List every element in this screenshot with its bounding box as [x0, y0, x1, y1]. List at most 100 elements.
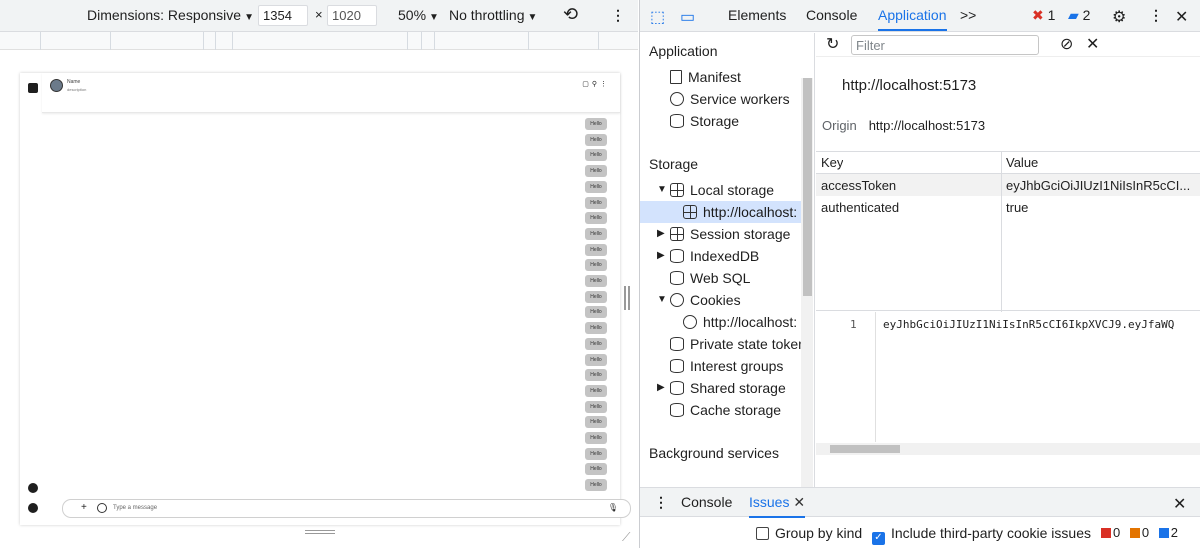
preview-scrollbar[interactable]: [816, 443, 1200, 455]
sidebar-item-indexeddb[interactable]: IndexedDB: [670, 245, 759, 267]
message-bubble: Hello: [585, 337, 607, 350]
delete-selected-icon[interactable]: ✕: [1086, 34, 1099, 54]
collapsed-arrow-icon[interactable]: ▶: [657, 228, 665, 239]
chat-header: Name description ▢⚲⋮: [42, 73, 620, 113]
sidebar-item-session-storage[interactable]: Session storage: [670, 223, 790, 245]
chat-icon[interactable]: [28, 83, 38, 93]
contact-name: Name: [67, 79, 81, 85]
device-toggle-icon[interactable]: ▭: [680, 7, 695, 27]
row-key[interactable]: accessToken: [821, 178, 896, 193]
drawer-tab-console[interactable]: Console: [681, 494, 732, 510]
rotate-icon[interactable]: ⟲: [563, 4, 578, 25]
clear-all-icon[interactable]: ⊘: [1060, 34, 1073, 54]
sidebar-item-cookies[interactable]: Cookies: [670, 289, 741, 311]
message-composer: + Type a message 🎙: [62, 499, 631, 518]
height-input[interactable]: 1020: [327, 5, 377, 26]
expanded-arrow-icon[interactable]: ▼: [657, 294, 667, 305]
mic-icon[interactable]: 🎙: [608, 503, 618, 512]
sidebar-item-cache-storage[interactable]: Cache storage: [670, 399, 781, 421]
database-icon: [670, 249, 684, 263]
value-preview: 1 eyJhbGciOiJIUzI1NiIsInR5cCI6IkpXVCJ9.e…: [816, 312, 1200, 442]
group-by-kind-checkbox[interactable]: Group by kind: [756, 525, 862, 541]
preview-code[interactable]: eyJhbGciOiJIUzI1NiIsInR5cCI6IkpXVCJ9.eyJ…: [883, 318, 1199, 331]
page-viewport: Name description ▢⚲⋮ Hello Hello Hello Hell…: [20, 73, 631, 525]
tab-application[interactable]: Application: [878, 7, 947, 31]
sidebar-item-private-state-tokens[interactable]: Private state token: [670, 333, 806, 355]
message-bubble: Hello: [585, 432, 607, 444]
drawer-menu-icon[interactable]: ⋮: [654, 494, 668, 511]
origin-row: Origin http://localhost:5173: [822, 118, 985, 133]
sidebar-item-manifest[interactable]: Manifest: [670, 66, 741, 88]
close-tab-icon[interactable]: ✕: [793, 494, 805, 510]
table-icon: [670, 183, 684, 197]
sidebar-item-shared-storage[interactable]: Shared storage: [670, 377, 786, 399]
column-header-key[interactable]: Key: [821, 155, 843, 170]
zoom-dropdown[interactable]: 50% ▼: [398, 7, 439, 23]
gear-icon[interactable]: ⚙: [1112, 7, 1126, 27]
message-bubble: Hello: [585, 212, 607, 225]
cookie-icon: [683, 315, 697, 329]
menu-icon[interactable]: ⋮: [600, 81, 610, 88]
third-party-checkbox[interactable]: ✓ Include third-party cookie issues: [872, 525, 1091, 545]
sidebar-item-storage[interactable]: Storage: [670, 110, 739, 132]
section-application: Application: [649, 43, 718, 59]
row-key[interactable]: authenticated: [821, 200, 899, 215]
more-options-icon[interactable]: ⋮: [611, 7, 625, 24]
kebab-menu-icon[interactable]: ⋮: [1149, 7, 1163, 24]
tab-elements[interactable]: Elements: [728, 7, 786, 23]
resize-handle-right[interactable]: [624, 286, 630, 310]
devtools-tabbar: ⬚ ▭ Elements Console Application >> ✖ 1 …: [640, 0, 1200, 32]
sidebar-item-websql[interactable]: Web SQL: [670, 267, 750, 289]
message-icon: ▰: [1068, 7, 1079, 23]
column-header-value[interactable]: Value: [1006, 155, 1038, 170]
refresh-icon[interactable]: ↻: [826, 34, 839, 54]
database-icon: [670, 403, 684, 417]
inspect-icon[interactable]: ⬚: [650, 7, 665, 27]
drawer-tab-issues[interactable]: Issues ✕: [749, 494, 806, 518]
application-sidebar: Application Manifest Service workers Sto…: [640, 33, 815, 487]
close-drawer-icon[interactable]: ✕: [1173, 494, 1186, 514]
collapsed-arrow-icon[interactable]: ▶: [657, 250, 665, 261]
sidebar-item-cookies-origin[interactable]: http://localhost:: [683, 311, 797, 333]
resize-handle-bottom[interactable]: [305, 530, 335, 534]
filter-input[interactable]: Filter: [851, 35, 1039, 55]
row-value[interactable]: eyJhbGciOiJIUzI1NiIsInR5cCI...: [1006, 178, 1196, 193]
throttling-dropdown[interactable]: No throttling ▼: [449, 7, 537, 23]
dimensions-dropdown[interactable]: Dimensions: Responsive ▼: [87, 7, 254, 23]
sidebar-item-local-storage[interactable]: Local storage: [670, 179, 774, 201]
resize-corner-icon[interactable]: ⟋: [622, 530, 630, 545]
sidebar-item-service-workers[interactable]: Service workers: [670, 88, 790, 110]
sidebar-item-interest-groups[interactable]: Interest groups: [670, 355, 783, 377]
table-icon: [670, 227, 684, 241]
media-query-ruler: [0, 32, 638, 50]
issues-options: Group by kind ✓ Include third-party cooki…: [640, 518, 1200, 548]
user-icon[interactable]: [28, 483, 38, 493]
issue-counters[interactable]: 0 0 2: [1101, 525, 1178, 540]
origin-label: Origin: [822, 118, 857, 133]
expanded-arrow-icon[interactable]: ▼: [657, 184, 667, 195]
tab-console[interactable]: Console: [806, 7, 857, 23]
more-tabs-icon[interactable]: >>: [960, 7, 976, 23]
messages-badge[interactable]: ▰ 2: [1068, 7, 1090, 24]
sidebar-scrollbar[interactable]: [801, 78, 813, 487]
collapsed-arrow-icon[interactable]: ▶: [657, 382, 665, 393]
width-input[interactable]: 1354: [258, 5, 308, 26]
emoji-icon[interactable]: [97, 503, 107, 513]
sidebar-item-local-storage-origin[interactable]: http://localhost:: [640, 201, 802, 223]
screen: Dimensions: Responsive ▼ 1354 × 1020 50% ▼…: [0, 0, 1200, 548]
row-value[interactable]: true: [1006, 200, 1028, 215]
attach-icon[interactable]: +: [81, 503, 87, 513]
message-bubble: Hello: [585, 196, 607, 209]
errors-badge[interactable]: ✖ 1: [1032, 7, 1055, 24]
storage-table: Key Value accessToken eyJhbGciOiJIUzI1Ni…: [816, 151, 1200, 312]
message-input[interactable]: Type a message: [113, 505, 157, 511]
database-icon: [670, 381, 684, 395]
error-issue-icon: [1101, 528, 1111, 538]
message-bubble: Hello: [585, 353, 607, 366]
close-icon[interactable]: ✕: [1175, 7, 1188, 27]
settings-icon[interactable]: [28, 503, 38, 513]
table-header: Key Value: [816, 152, 1200, 174]
database-icon: [670, 337, 684, 351]
video-icon[interactable]: ▢: [582, 81, 592, 88]
search-icon[interactable]: ⚲: [592, 81, 600, 88]
